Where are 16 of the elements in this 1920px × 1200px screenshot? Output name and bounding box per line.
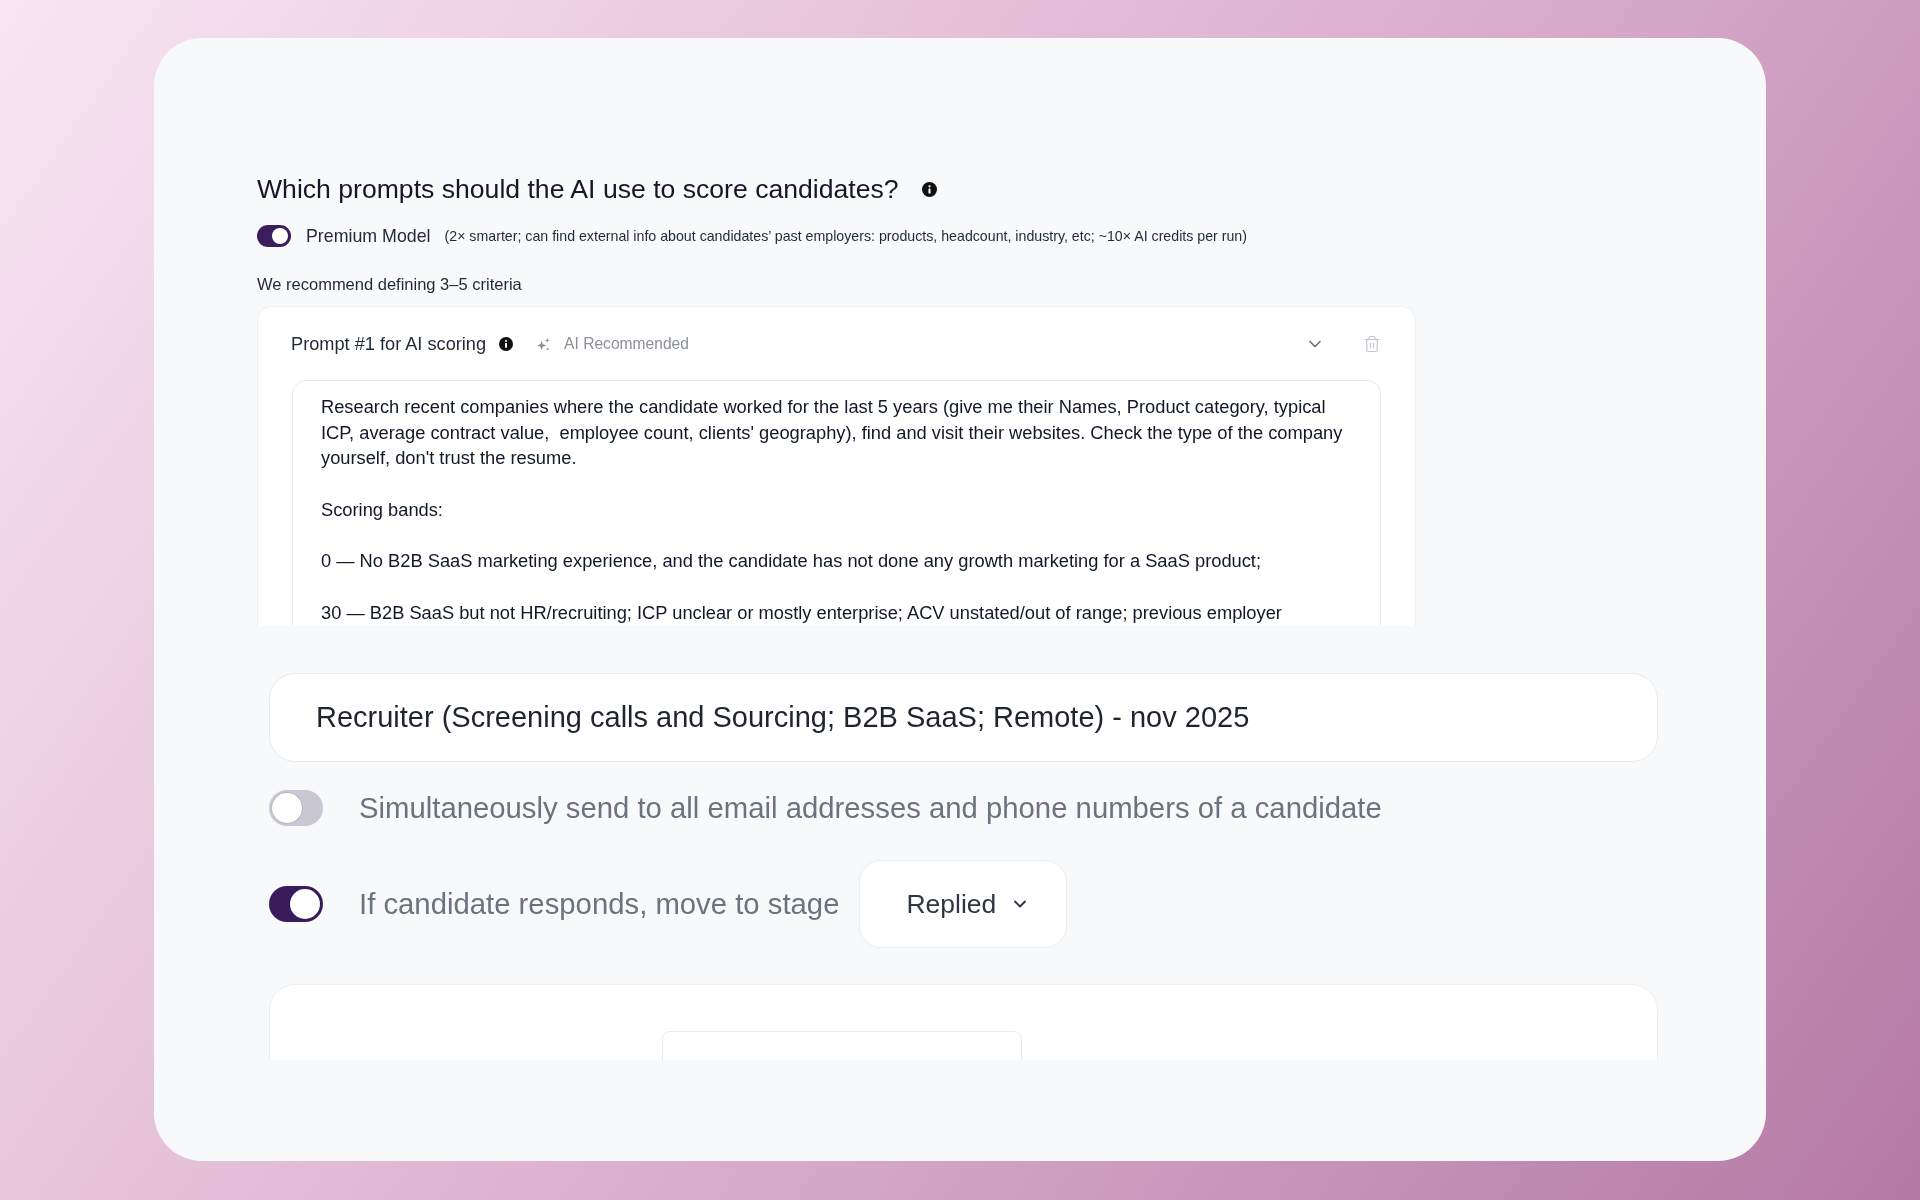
toggle-note: (2× smarter; can find external info about candidates’ past employers: products, headcount, industry, etc; ~10× AI credits per run) <box>444 228 1247 244</box>
option-label: Simultaneously send to all email addresses and phone numbers of a candidate <box>359 791 1382 825</box>
hint-text: We recommend defining 3–5 criteria <box>257 275 522 293</box>
toggle-label: Premium Model <box>306 225 431 247</box>
stage-dropdown[interactable]: Replied <box>859 860 1068 948</box>
premium-toggle[interactable] <box>257 225 291 247</box>
toggle-switch[interactable] <box>269 790 323 826</box>
info-icon <box>499 337 514 351</box>
job-title-field[interactable]: Recruiter (Screening calls and Sourcing; B2B SaaS; Remote) - nov 2025 <box>269 673 1658 762</box>
prompt-title: Prompt #1 for AI scoring <box>291 333 487 355</box>
recommended-label: AI Recommended <box>564 335 689 353</box>
info-icon <box>921 181 937 197</box>
toggle-switch[interactable] <box>269 886 323 922</box>
section-title: Which prompts should the AI use to score candidates? <box>257 173 899 205</box>
sparkle-icon <box>536 336 552 352</box>
option-label: If candidate responds, move to stage <box>359 887 840 921</box>
